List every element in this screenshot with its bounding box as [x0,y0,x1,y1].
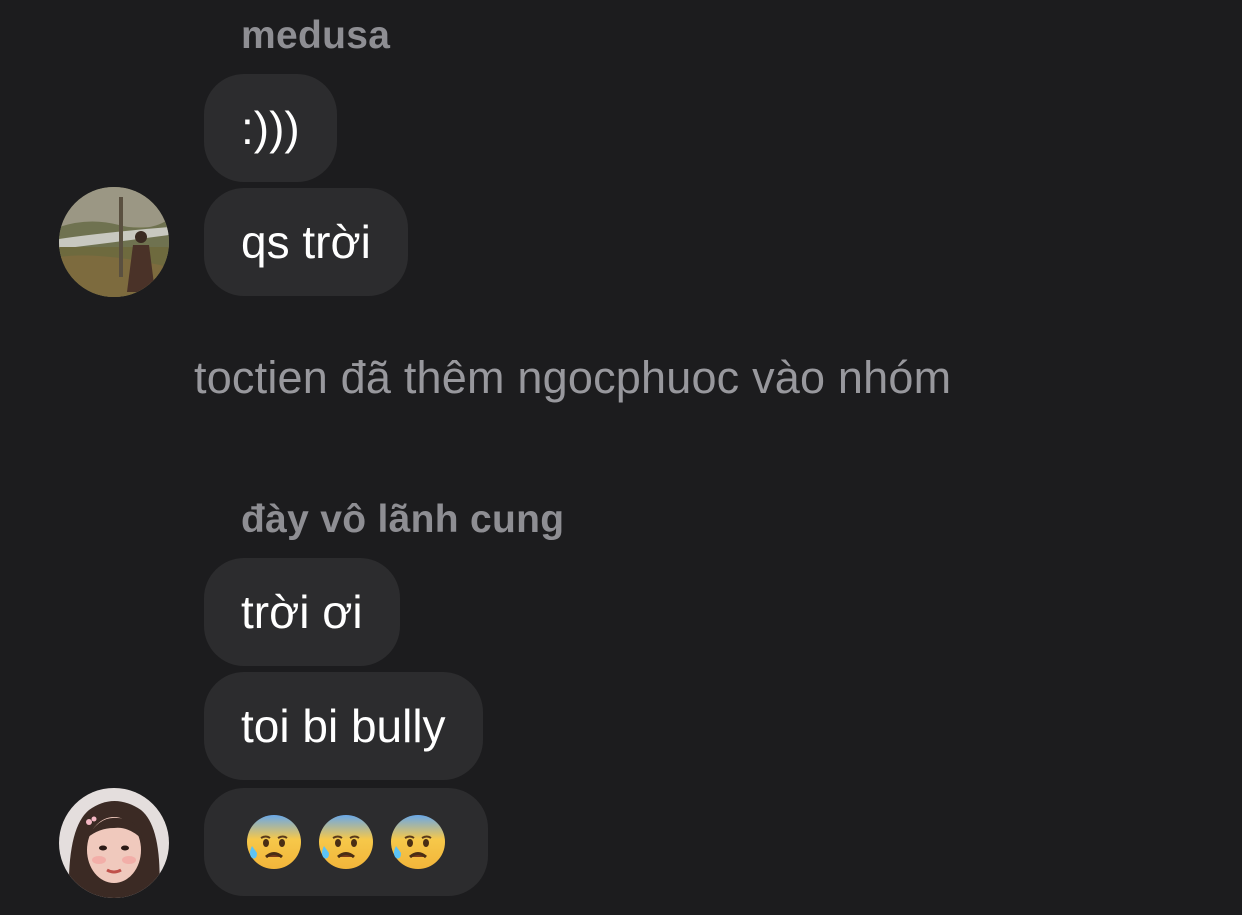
message-bubble[interactable]: qs trời [204,188,408,296]
anxious-face-with-sweat-icon [319,815,373,869]
emoji-message-bubble[interactable] [204,788,488,896]
anxious-face-with-sweat-icon [391,815,445,869]
sender-name: đày vô lãnh cung [241,498,565,541]
chat-thread: medusa :))) qs trời toctien đã thêm ngoc… [0,0,1242,915]
sender-name: medusa [241,14,391,57]
avatar-photo [59,788,169,898]
message-bubble[interactable]: toi bi bully [204,672,483,780]
anxious-face-with-sweat-icon [247,815,301,869]
message-bubble[interactable]: trời ơi [204,558,400,666]
avatar[interactable] [59,788,169,898]
emoji-row [244,788,448,896]
avatar[interactable] [59,187,169,297]
system-message: toctien đã thêm ngocphuoc vào nhóm [194,352,952,403]
avatar-photo [59,187,169,297]
message-bubble[interactable]: :))) [204,74,337,182]
